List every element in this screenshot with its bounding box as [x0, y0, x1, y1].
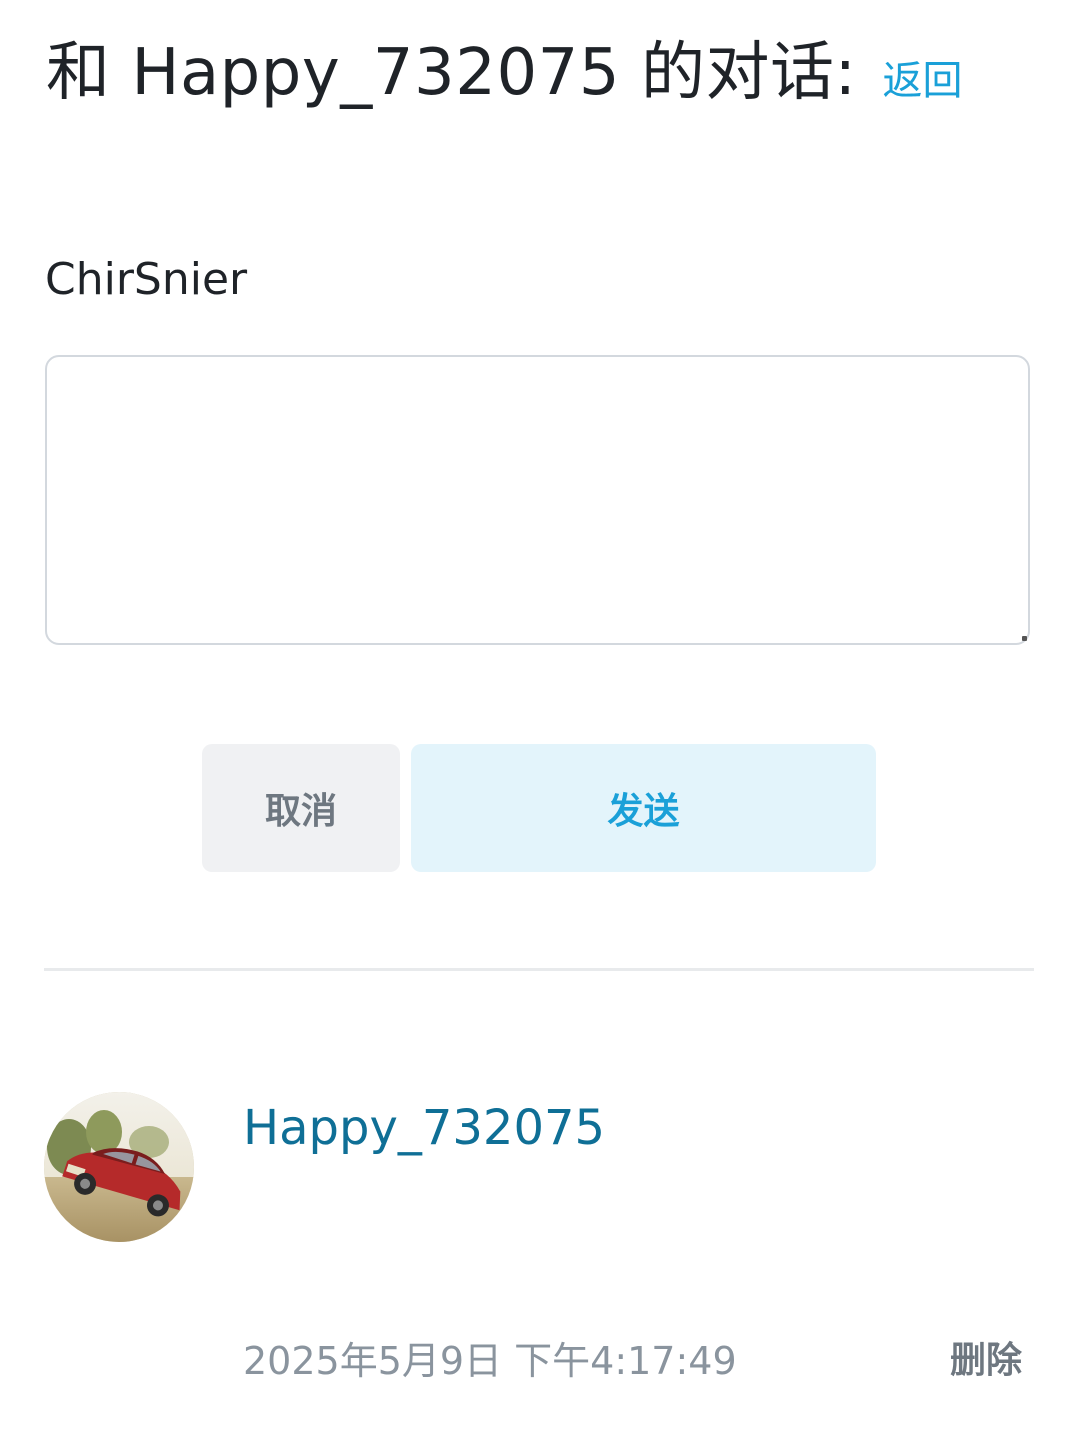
message-sender-name[interactable]: Happy_732075 — [243, 1098, 605, 1158]
send-button[interactable]: 发送 — [411, 744, 876, 872]
delete-message-button[interactable]: 删除 — [950, 1336, 1022, 1386]
cancel-button[interactable]: 取消 — [202, 744, 400, 872]
recipient-label: ChirSnier — [45, 254, 248, 305]
message-input[interactable] — [45, 355, 1030, 645]
conversation-header: 和 Happy_732075 的对话: 返回 — [46, 28, 1036, 118]
back-link[interactable]: 返回 — [883, 36, 963, 126]
conversation-page: 和 Happy_732075 的对话: 返回 ChirSnier 取消 发送 H… — [0, 0, 1079, 1451]
resize-grip-icon[interactable] — [1022, 636, 1027, 641]
message-timestamp: 2025年5月9日 下午4:17:49 — [243, 1339, 737, 1383]
divider — [44, 968, 1034, 971]
avatar-photo-red-car-icon — [44, 1092, 194, 1242]
avatar[interactable] — [44, 1092, 194, 1242]
page-title: 和 Happy_732075 的对话: — [46, 36, 857, 110]
